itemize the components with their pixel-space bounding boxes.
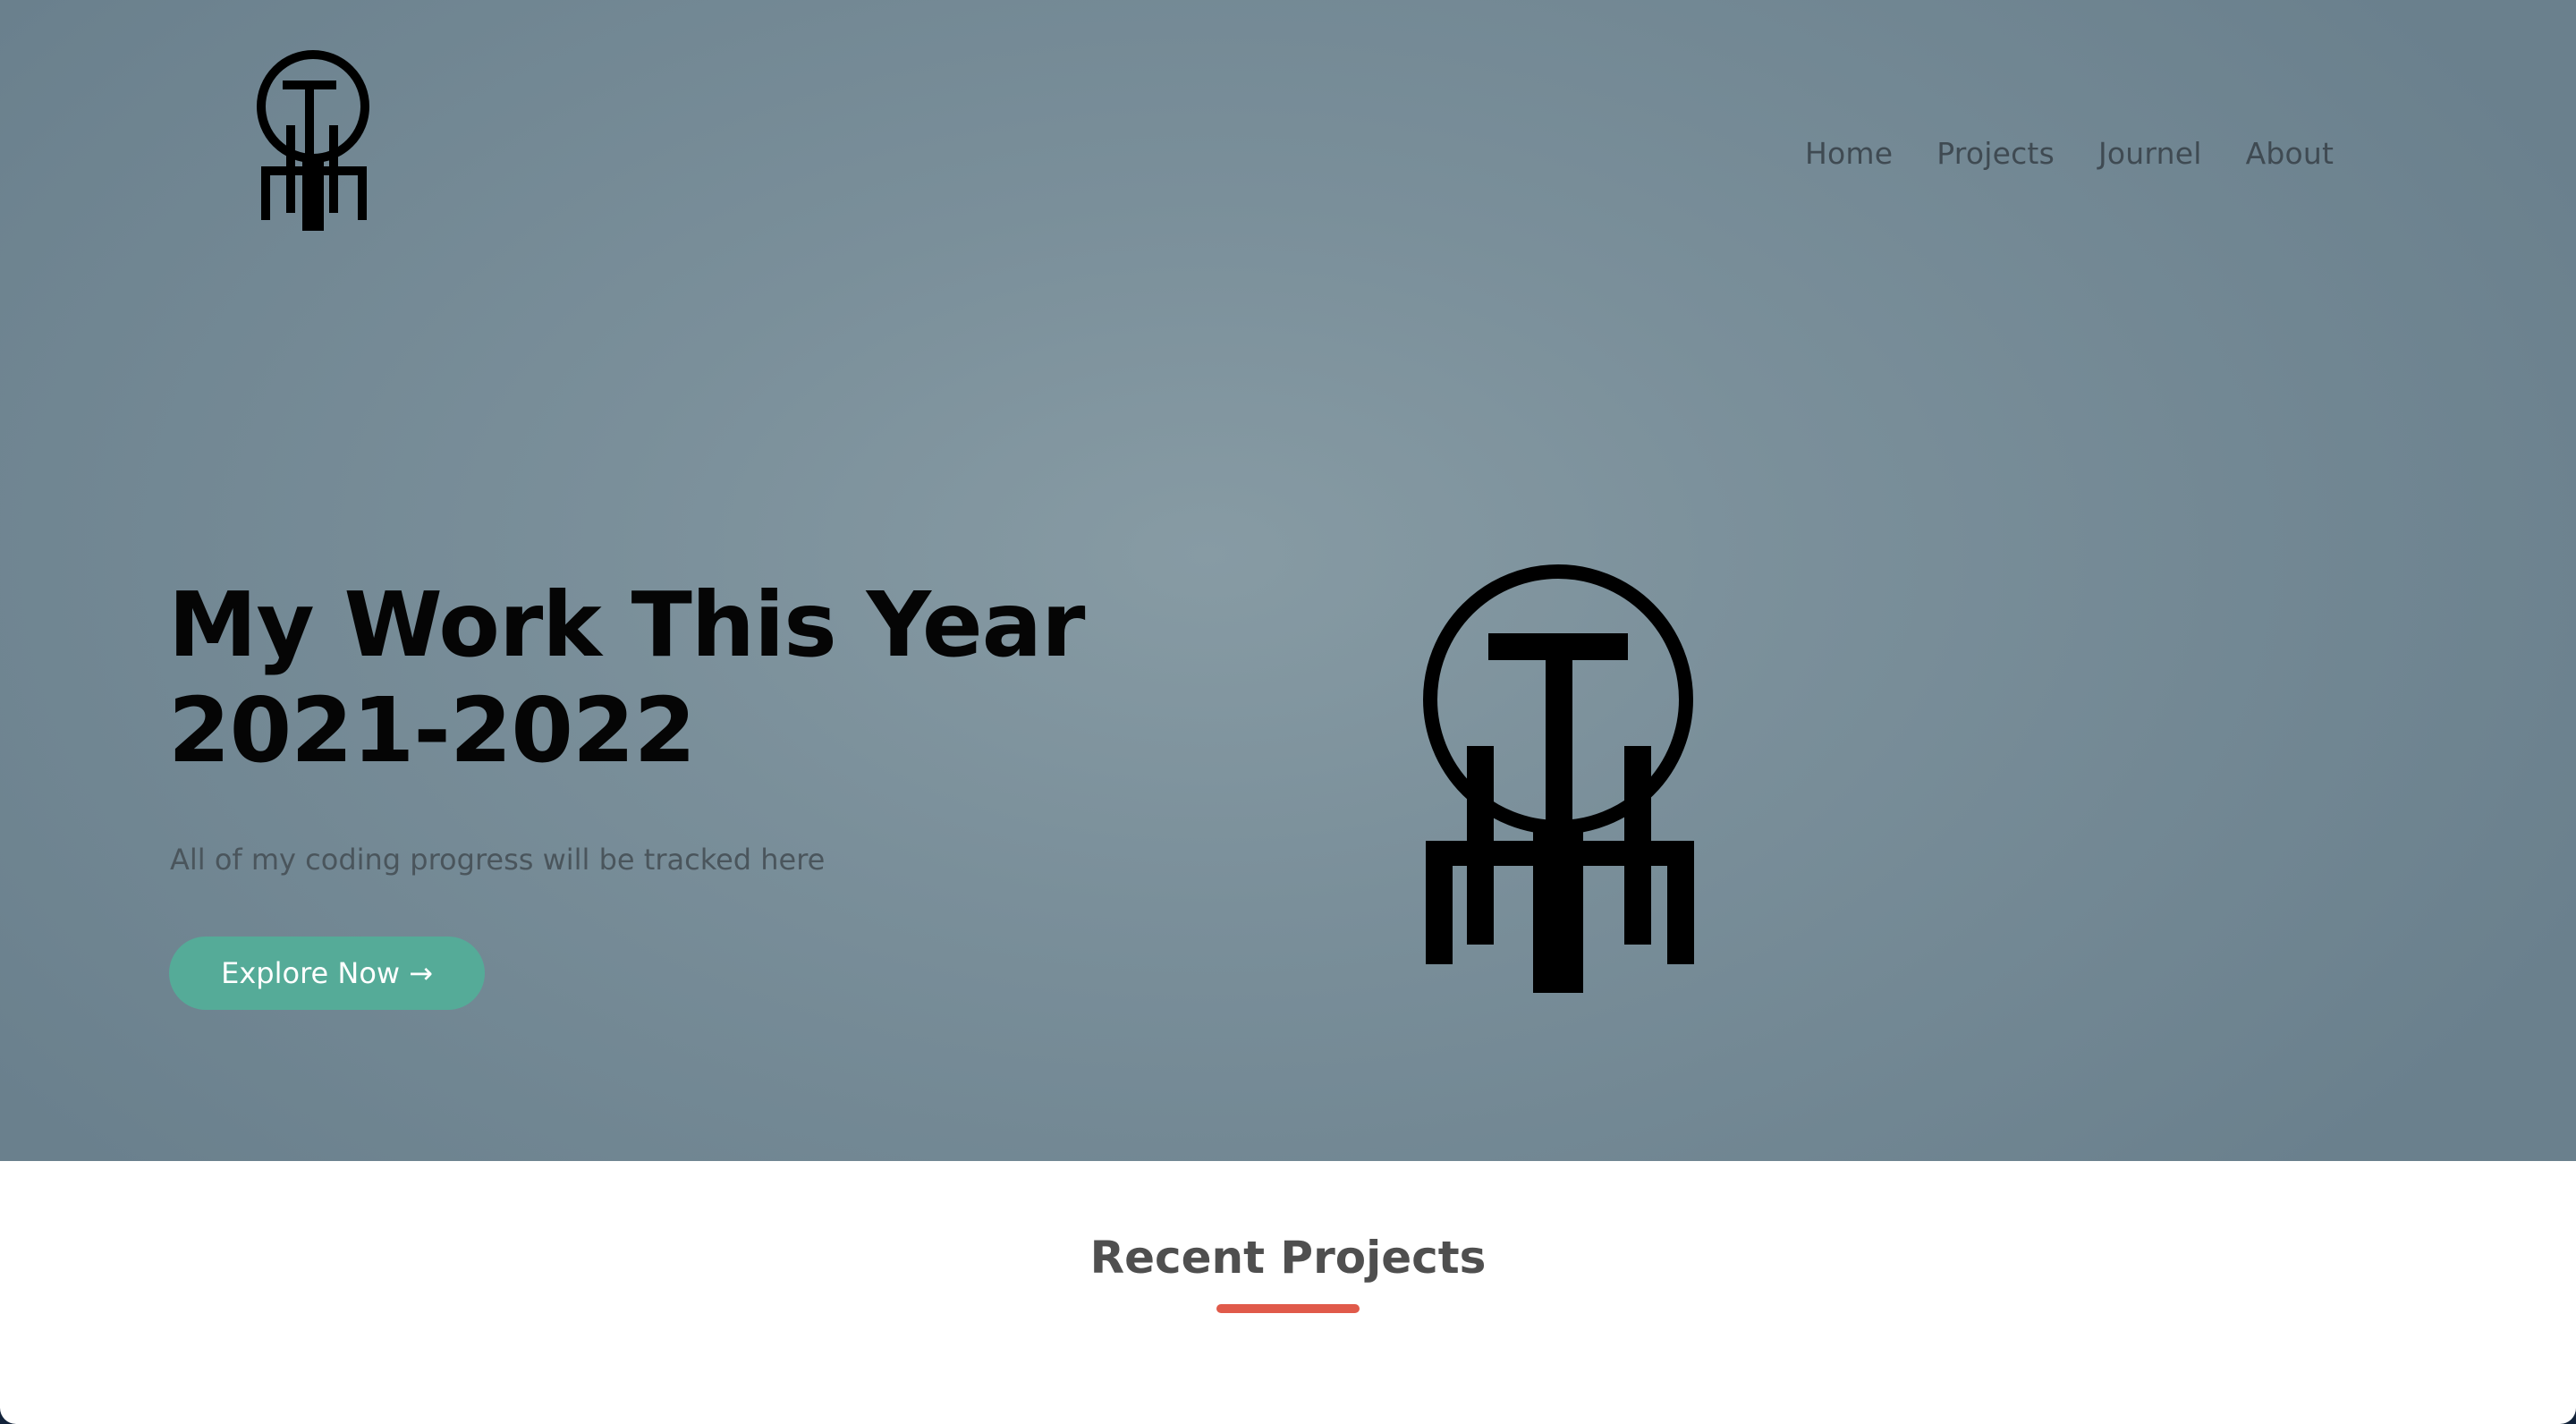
- explore-now-label: Explore Now: [221, 956, 401, 990]
- hero-graphic: [1422, 564, 1696, 995]
- hero-title-line-1: My Work This Year: [168, 572, 1085, 677]
- main-nav: Home Projects Journel About: [1805, 132, 2334, 175]
- recent-projects-section: Recent Projects: [0, 1161, 2576, 1424]
- hero-subtitle: All of my coding progress will be tracke…: [170, 843, 826, 877]
- section-title-underline: [1216, 1304, 1360, 1313]
- nav-home-link[interactable]: Home: [1805, 132, 1893, 175]
- hero-title: My Work This Year 2021-2022: [168, 572, 1241, 784]
- arrow-right-icon: →: [409, 956, 433, 990]
- explore-now-button[interactable]: Explore Now →: [169, 937, 485, 1010]
- tm-monogram-icon: [1423, 564, 1694, 993]
- nav-projects-link[interactable]: Projects: [1936, 132, 2055, 175]
- hero-section: Home Projects Journel About My Work This…: [0, 0, 2576, 1161]
- tm-monogram-icon: [257, 50, 369, 231]
- nav-journel-link[interactable]: Journel: [2098, 132, 2202, 175]
- hero-title-line-2: 2021-2022: [168, 678, 696, 783]
- nav-about-link[interactable]: About: [2246, 132, 2334, 175]
- page: Home Projects Journel About My Work This…: [0, 0, 2576, 1424]
- site-logo[interactable]: [256, 50, 379, 234]
- section-title: Recent Projects: [1089, 1232, 1487, 1284]
